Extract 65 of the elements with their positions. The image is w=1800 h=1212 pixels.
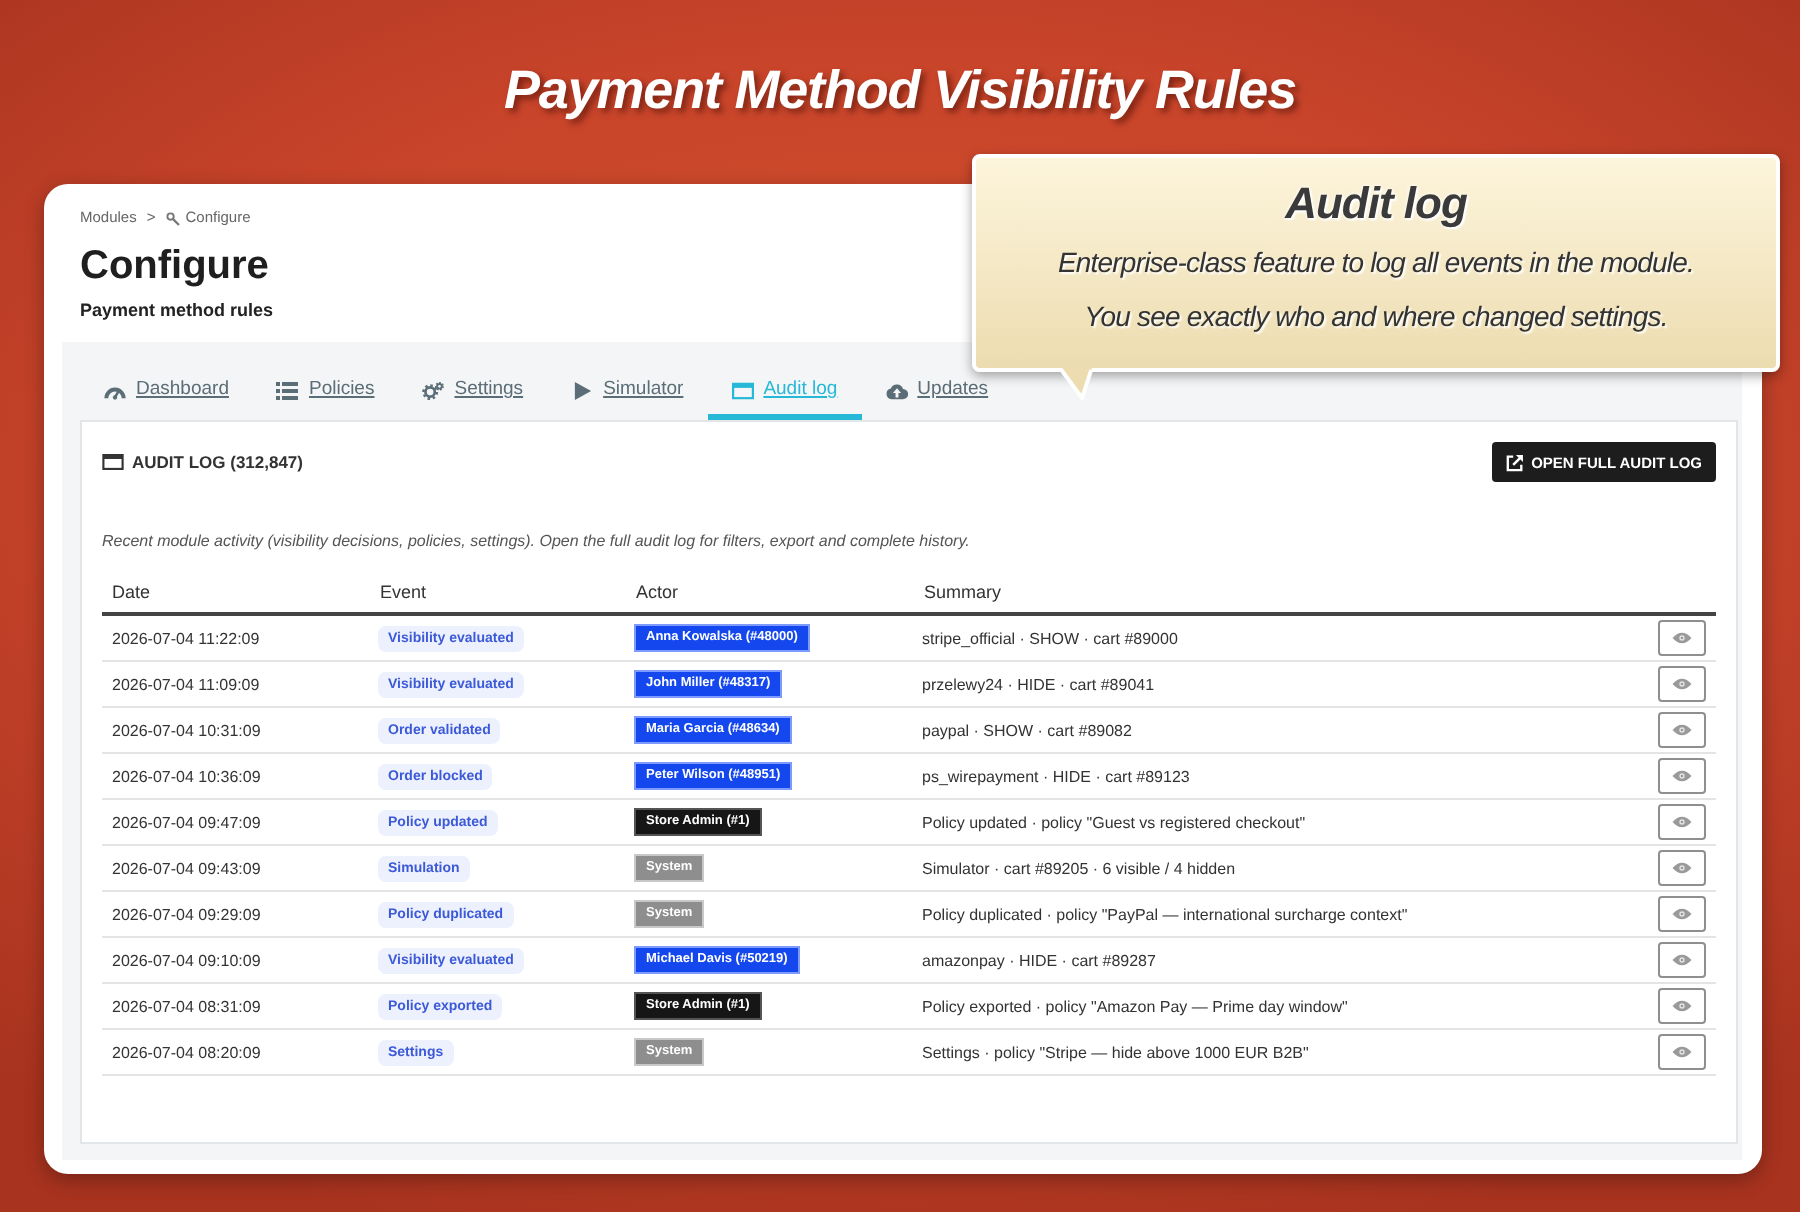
- column-header: Event: [370, 572, 626, 614]
- play-icon: [571, 381, 594, 399]
- view-button[interactable]: [1658, 850, 1706, 886]
- column-header: Actor: [626, 572, 914, 614]
- column-header: Summary: [914, 572, 1636, 614]
- window-icon: [731, 381, 754, 399]
- window-icon: [102, 454, 124, 470]
- gears-icon: [422, 381, 445, 399]
- eye-icon: [1672, 724, 1692, 736]
- view-button[interactable]: [1658, 942, 1706, 978]
- view-button[interactable]: [1658, 620, 1706, 656]
- view-button[interactable]: [1658, 712, 1706, 748]
- table-cell: Policy duplicated · policy "PayPal — international surcharge context": [914, 891, 1636, 937]
- column-header: Date: [102, 572, 370, 614]
- table-cell: 2026-07-04 08:20:09: [102, 1029, 370, 1075]
- callout-title: Audit log: [1285, 178, 1467, 230]
- view-button[interactable]: [1658, 1034, 1706, 1070]
- table-cell: 2026-07-04 09:29:09: [102, 891, 370, 937]
- magnifier-icon: [165, 211, 180, 225]
- table-cell: 2026-07-04 10:36:09: [102, 753, 370, 799]
- table-cell: 2026-07-04 11:09:09: [102, 661, 370, 707]
- list-icon: [276, 381, 299, 399]
- eye-icon: [1672, 1046, 1692, 1058]
- eye-icon: [1672, 908, 1692, 920]
- table-cell: stripe_official · SHOW · cart #89000: [914, 614, 1636, 661]
- tab[interactable]: Updates: [861, 344, 1013, 420]
- view-button[interactable]: [1658, 896, 1706, 932]
- table-cell: paypal · SHOW · cart #89082: [914, 707, 1636, 753]
- eye-icon: [1672, 1000, 1692, 1012]
- table-cell: 2026-07-04 09:10:09: [102, 937, 370, 983]
- table-cell: amazonpay · HIDE · cart #89287: [914, 937, 1636, 983]
- page-heading: Payment Method Visibility Rules: [504, 58, 1296, 124]
- eye-icon: [1672, 816, 1692, 828]
- view-button[interactable]: [1658, 758, 1706, 794]
- tab[interactable]: Policies: [252, 344, 399, 420]
- table-cell: Policy updated · policy "Guest vs registered checkout": [914, 799, 1636, 845]
- table-cell: 2026-07-04 09:43:09: [102, 845, 370, 891]
- eye-icon: [1672, 954, 1692, 966]
- eye-icon: [1672, 632, 1692, 644]
- table-cell: Policy exported · policy "Amazon Pay — Prime day window": [914, 983, 1636, 1029]
- table-cell: Simulator · cart #89205 · 6 visible / 4 hidden: [914, 845, 1636, 891]
- tab[interactable]: Settings: [398, 344, 548, 420]
- callout-text: Enterprise-class feature to log all events in the module.: [1057, 244, 1695, 282]
- view-button[interactable]: [1658, 804, 1706, 840]
- table-cell: 2026-07-04 11:22:09: [102, 614, 370, 661]
- table-cell: ps_wirepayment · HIDE · cart #89123: [914, 753, 1636, 799]
- view-button[interactable]: [1658, 666, 1706, 702]
- description-text: Recent module activity (visibility decisions, policies, settings). Open the full audit log for filters, export and complete history.: [102, 532, 970, 552]
- tab[interactable]: Dashboard: [80, 344, 253, 420]
- table-cell: Settings · policy "Stripe — hide above 1000 EUR B2B": [914, 1029, 1636, 1075]
- table-cell: przelewy24 · HIDE · cart #89041: [914, 661, 1636, 707]
- page-subtitle: Payment method rules: [80, 298, 274, 322]
- table-cell: 2026-07-04 10:31:09: [102, 707, 370, 753]
- eye-icon: [1672, 770, 1692, 782]
- eye-icon: [1672, 862, 1692, 874]
- cloud-upload-icon: [885, 381, 908, 399]
- external-link-icon: [1505, 453, 1524, 471]
- panel-title: AUDIT LOG (312,847): [132, 452, 303, 472]
- eye-icon: [1672, 678, 1692, 690]
- tab[interactable]: Simulator: [547, 344, 708, 420]
- table-cell: 2026-07-04 08:31:09: [102, 983, 370, 1029]
- page-title: Configure: [80, 242, 269, 290]
- callout-text: You see exactly who and where changed settings.: [1084, 298, 1668, 336]
- table-cell: 2026-07-04 09:47:09: [102, 799, 370, 845]
- view-button[interactable]: [1658, 988, 1706, 1024]
